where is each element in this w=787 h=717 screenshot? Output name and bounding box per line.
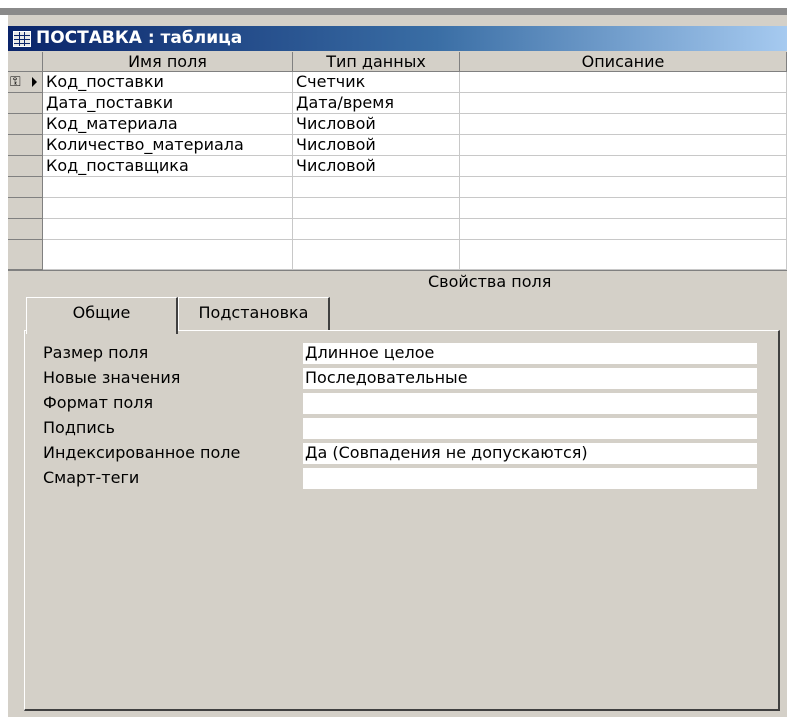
data-type-cell[interactable]: Числовой — [293, 114, 460, 135]
new-values-value[interactable]: Последовательные — [303, 368, 757, 389]
window-title: ПОСТАВКА : таблица — [36, 28, 243, 48]
field-name-cell[interactable]: Код_материала — [43, 114, 293, 135]
caption-value[interactable] — [303, 418, 757, 439]
general-properties-panel: Размер поля Длинное целое Новые значения… — [24, 330, 780, 711]
smart-tags-value[interactable] — [303, 468, 757, 489]
property-label: Размер поля — [43, 343, 149, 362]
empty-field-name-cell[interactable] — [43, 198, 293, 219]
empty-description-cell[interactable] — [460, 219, 787, 240]
description-cell[interactable] — [460, 72, 787, 93]
field-grid: Имя поля Тип данных Описание ⚿ Код_поста… — [8, 52, 787, 270]
field-name-cell[interactable]: Количество_материала — [43, 135, 293, 156]
format-value[interactable] — [303, 393, 757, 414]
empty-description-cell[interactable] — [460, 240, 787, 270]
row-selector[interactable] — [8, 240, 43, 270]
col-header-data-type[interactable]: Тип данных — [293, 52, 460, 72]
empty-field-name-cell[interactable] — [43, 177, 293, 198]
outer-top-strip — [0, 8, 787, 15]
row-selector[interactable] — [8, 198, 43, 219]
field-properties-title: Свойства поля — [428, 272, 552, 291]
property-label: Подпись — [43, 418, 115, 437]
empty-data-type-cell[interactable] — [293, 219, 460, 240]
grid-corner[interactable] — [8, 52, 43, 72]
empty-description-cell[interactable] — [460, 198, 787, 219]
row-selector[interactable] — [8, 177, 43, 198]
description-cell[interactable] — [460, 114, 787, 135]
row-selector[interactable] — [8, 219, 43, 240]
tab-general[interactable]: Общие — [26, 297, 178, 334]
empty-data-type-cell[interactable] — [293, 177, 460, 198]
data-type-cell[interactable]: Числовой — [293, 156, 460, 177]
empty-data-type-cell[interactable] — [293, 240, 460, 270]
row-selector[interactable] — [8, 93, 43, 114]
data-type-cell[interactable]: Дата/время — [293, 93, 460, 114]
field-name-cell[interactable]: Код_поставки — [43, 72, 293, 93]
empty-data-type-cell[interactable] — [293, 198, 460, 219]
tab-lookup[interactable]: Подстановка — [178, 297, 330, 331]
col-header-description[interactable]: Описание — [460, 52, 787, 72]
primary-key-icon: ⚿ — [10, 74, 21, 90]
property-label: Смарт-теги — [43, 468, 140, 487]
property-label: Индексированное поле — [43, 443, 241, 462]
empty-description-cell[interactable] — [460, 177, 787, 198]
data-type-cell[interactable]: Числовой — [293, 135, 460, 156]
property-label: Новые значения — [43, 368, 181, 387]
row-selector[interactable] — [8, 114, 43, 135]
indexed-value[interactable]: Да (Совпадения не допускаются) — [303, 443, 757, 464]
row-selector[interactable] — [8, 156, 43, 177]
empty-field-name-cell[interactable] — [43, 219, 293, 240]
col-header-field-name[interactable]: Имя поля — [43, 52, 293, 72]
record-pointer-icon — [32, 77, 37, 87]
data-type-cell[interactable]: Счетчик — [293, 72, 460, 93]
field-properties-header: Свойства поля — [8, 270, 787, 292]
property-label: Формат поля — [43, 393, 154, 412]
row-selector[interactable]: ⚿ — [8, 72, 43, 93]
description-cell[interactable] — [460, 135, 787, 156]
row-selector[interactable] — [8, 135, 43, 156]
field-size-value[interactable]: Длинное целое — [303, 343, 757, 364]
field-name-cell[interactable]: Код_поставщика — [43, 156, 293, 177]
table-design-window: ПОСТАВКА : таблица Имя поля Тип данных О… — [8, 15, 787, 717]
field-name-cell[interactable]: Дата_поставки — [43, 93, 293, 114]
window-titlebar[interactable]: ПОСТАВКА : таблица — [8, 26, 787, 51]
description-cell[interactable] — [460, 156, 787, 177]
empty-field-name-cell[interactable] — [43, 240, 293, 270]
table-icon — [13, 31, 31, 47]
description-cell[interactable] — [460, 93, 787, 114]
